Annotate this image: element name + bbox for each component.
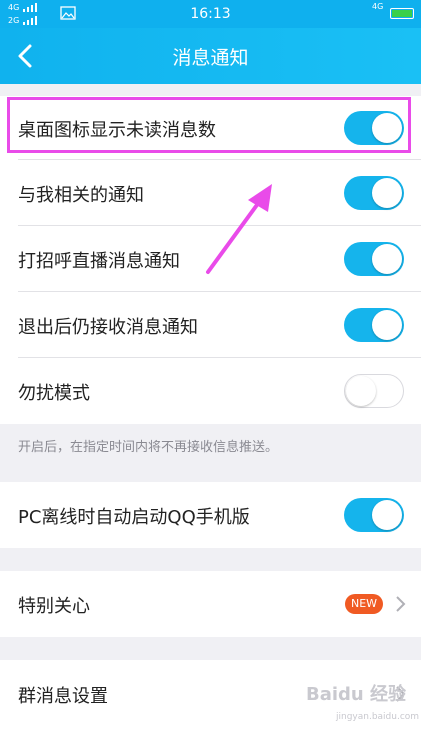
dnd-hint: 开启后，在指定时间内将不再接收信息推送。 — [18, 440, 279, 455]
pc-offline-toggle[interactable] — [344, 498, 404, 532]
new-badge: NEW — [345, 594, 383, 614]
related-notifications-toggle[interactable] — [344, 176, 404, 210]
chevron-right-icon — [396, 596, 406, 612]
greeting-live-toggle[interactable] — [344, 242, 404, 276]
setting-label: 群消息设置 — [18, 686, 108, 707]
nav-bar: 消息通知 — [0, 28, 421, 84]
watermark-brand: Baidu 经验 — [306, 684, 407, 705]
status-bar: 4G 2G 16:13 4G — [0, 0, 421, 28]
setting-label: 与我相关的通知 — [18, 185, 144, 206]
setting-label: 勿扰模式 — [18, 383, 90, 404]
setting-row-pc-offline: PC离线时自动启动QQ手机版 — [0, 482, 421, 548]
receive-after-exit-toggle[interactable] — [344, 308, 404, 342]
setting-label: PC离线时自动启动QQ手机版 — [18, 507, 250, 528]
highlight-box — [7, 97, 411, 153]
battery-icon — [390, 8, 414, 19]
setting-label: 特别关心 — [18, 596, 90, 617]
watermark-url: jingyan.baidu.com — [336, 712, 420, 722]
pointer-arrow-icon — [206, 184, 272, 274]
network-label: 4G — [372, 2, 384, 11]
dnd-toggle[interactable] — [344, 374, 404, 408]
clock: 16:13 — [190, 6, 231, 22]
setting-label: 打招呼直播消息通知 — [18, 251, 180, 272]
page-title: 消息通知 — [172, 47, 249, 69]
setting-row-dnd: 勿扰模式 — [0, 358, 421, 424]
setting-label: 退出后仍接收消息通知 — [18, 317, 198, 338]
special-care-row[interactable]: 特别关心 NEW — [0, 571, 421, 637]
setting-row-receive-after-exit: 退出后仍接收消息通知 — [0, 292, 421, 358]
